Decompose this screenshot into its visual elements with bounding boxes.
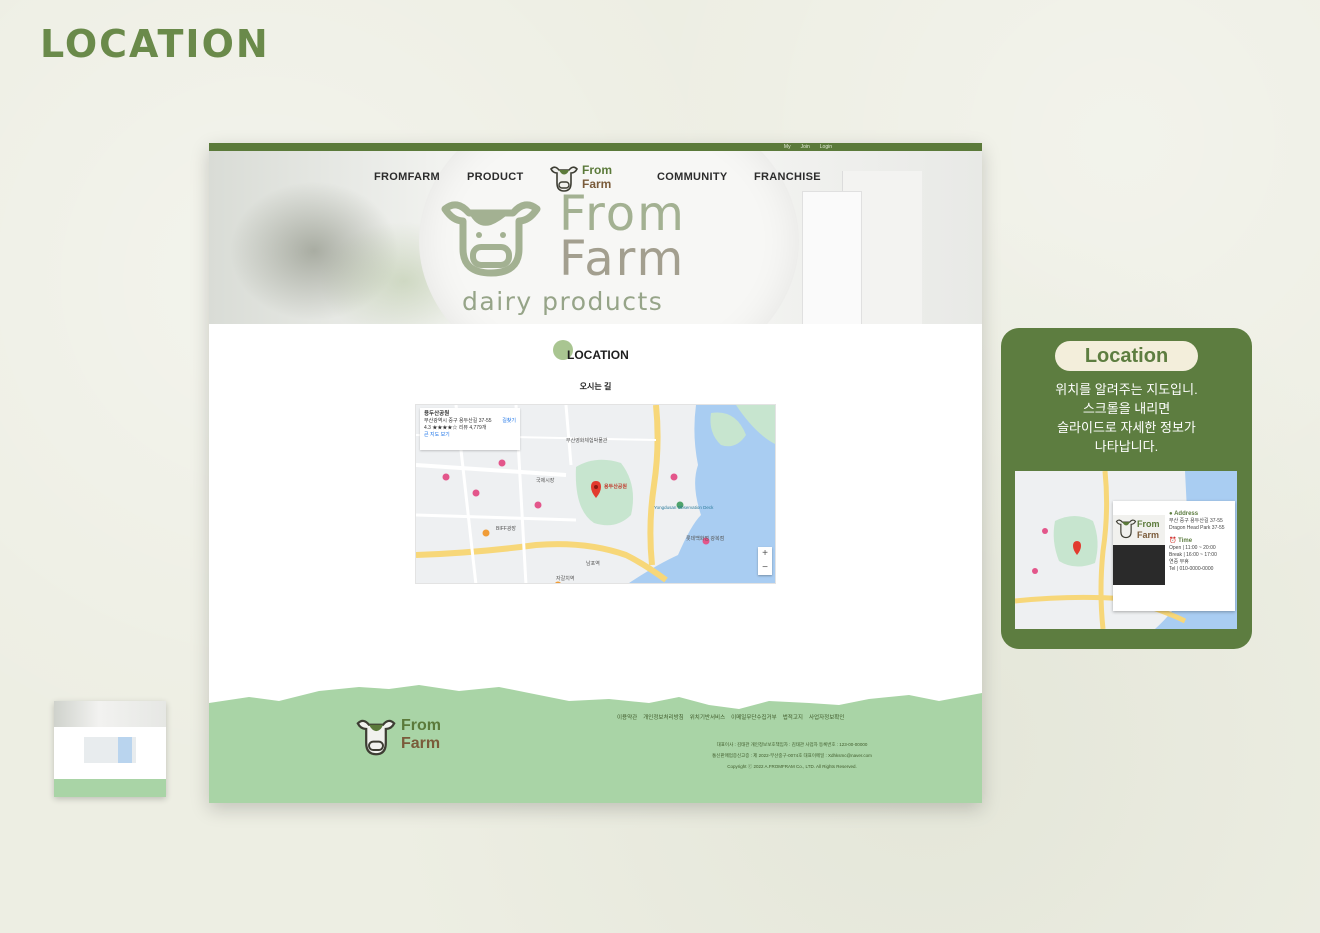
callout-line: 위치를 알려주는 지도입니.	[1055, 382, 1198, 397]
open-hours: Open | 11:00 ~ 20:00	[1169, 545, 1216, 551]
footer-link-privacy[interactable]: 개인정보처리방침	[643, 713, 683, 721]
footer-info: 대표이사 : 김태관 개인정보보호책임자 : 김태관 사업자 등록번호 : 12…	[209, 739, 982, 772]
map-label: 부산영화체험박물관	[566, 438, 608, 444]
nav-logo-from: From	[582, 163, 612, 177]
map-marker-label: 용두산공원	[604, 484, 628, 490]
map-place-card: 용두산공원 부산광역시 중구 용두산길 37-55 4.3 ★★★★☆ 리뷰 4…	[420, 408, 520, 450]
map-label: BIFF광장	[496, 526, 517, 532]
address-title: ● Address	[1169, 511, 1199, 517]
address-text: 부산 중구 용두산길 37-55	[1169, 518, 1223, 524]
place-rating: 4.3 ★★★★☆ 리뷰 4,779개	[424, 425, 487, 431]
callout-title: Location	[1055, 341, 1198, 371]
store-photo	[1113, 545, 1165, 585]
embedded-map[interactable]: 국제시장 부산영화체험박물관 Yongdusan Observation Dec…	[415, 404, 776, 584]
nav-logo-farm: Farm	[582, 177, 612, 191]
larger-map-link[interactable]: 큰 지도 보기	[424, 432, 516, 439]
page-thumbnail	[54, 701, 166, 797]
hero-tagline: dairy products	[462, 287, 664, 316]
footer-link-legal[interactable]: 법적고지	[783, 713, 803, 721]
callout-map-preview: From Farm ● Address 부산 중구 용두산길 37-55 Dra…	[1015, 471, 1237, 629]
map-label: 자갈치역	[556, 576, 575, 582]
holiday-note: 연중 무휴	[1169, 559, 1189, 565]
cow-logo-icon	[441, 201, 541, 277]
nav-fromfarm[interactable]: FROMFARM	[374, 171, 440, 183]
section-subtitle: 오시는 길	[579, 382, 612, 391]
cow-icon	[550, 166, 578, 192]
map-zoom-control: + −	[758, 547, 772, 575]
place-name: 용두산공원	[424, 411, 450, 417]
nav-logo[interactable]: From Farm	[549, 163, 624, 195]
join-link[interactable]: Join	[801, 143, 810, 151]
website-mockup: My Join Login From Farm dairy products F…	[209, 143, 982, 803]
preview-info-card: From Farm ● Address 부산 중구 용두산길 37-55 Dra…	[1113, 501, 1235, 611]
hero-brand-farm: Farm	[559, 231, 686, 287]
top-utility-bar: My Join Login	[209, 143, 982, 151]
time-title: ⏰ Time	[1169, 538, 1193, 544]
directions-link[interactable]: 길찾기	[502, 418, 516, 425]
footer-link-terms[interactable]: 이용약관	[617, 713, 637, 721]
footer-logo-from: From	[401, 717, 441, 734]
my-link[interactable]: My	[784, 143, 791, 151]
map-label: 국제시장	[536, 478, 555, 484]
nav-franchise[interactable]: FRANCHISE	[754, 171, 821, 183]
callout-line: 슬라이드로 자세한 정보가	[1057, 420, 1196, 435]
footer-info-line: 대표이사 : 김태관 개인정보보호책임자 : 김태관 사업자 등록번호 : 12…	[716, 742, 868, 747]
telephone: Tel | 010-0000-0000	[1169, 566, 1214, 572]
page-heading: LOCATION	[40, 22, 270, 66]
footer-link-business[interactable]: 사업자정보확인	[809, 713, 844, 721]
footer-info-line: 통신판매업증신고증 : 제 2022-부산중구-0074호 대표이메일 : Xd…	[712, 753, 872, 758]
map-label: 남포역	[586, 561, 600, 567]
site-footer: From Farm 이용약관 개인정보처리방침 위치기반서비스 이메일무단수집거…	[209, 703, 982, 803]
footer-copyright: Copyright ⓒ 2022 A.FROMFRAM Co., LTD. Al…	[727, 764, 857, 769]
main-nav: FROMFARM PRODUCT From Farm COMMUNITY FRA…	[209, 163, 982, 192]
zoom-out-button[interactable]: −	[758, 561, 772, 575]
nav-community[interactable]: COMMUNITY	[657, 171, 728, 183]
location-section: LOCATION 오시는 길 국제시장 부산영화체험박물관 Yongdusan …	[209, 324, 982, 803]
nav-product[interactable]: PRODUCT	[467, 171, 524, 183]
preview-logo-from: From	[1137, 519, 1160, 529]
footer-link-email[interactable]: 이메일무단수집거부	[731, 713, 777, 721]
map-label: Yongdusan Observation Deck	[654, 505, 714, 510]
preview-logo-farm: Farm	[1137, 530, 1160, 540]
zoom-in-button[interactable]: +	[758, 547, 772, 561]
section-title: LOCATION	[567, 348, 629, 362]
hero-banner: From Farm dairy products FROMFARM PRODUC…	[209, 151, 982, 324]
callout-line: 스크롤을 내리면	[1082, 401, 1171, 416]
footer-links: 이용약관 개인정보처리방침 위치기반서비스 이메일무단수집거부 법적고지 사업자…	[617, 713, 844, 721]
preview-info-text: ● Address 부산 중구 용두산길 37-55 Dragon Head P…	[1169, 511, 1225, 573]
footer-link-location[interactable]: 위치기반서비스	[690, 713, 725, 721]
login-link[interactable]: Login	[820, 143, 832, 151]
break-hours: Break | 16:00 ~ 17:00	[1169, 552, 1217, 558]
address-sub: Dragon Head Park 37-55	[1169, 525, 1225, 531]
callout-description: 위치를 알려주는 지도입니. 스크롤을 내리면 슬라이드로 자세한 정보가 나타…	[1001, 380, 1252, 456]
location-callout: Location 위치를 알려주는 지도입니. 스크롤을 내리면 슬라이드로 자…	[1001, 328, 1252, 649]
cow-icon	[1115, 519, 1137, 539]
callout-line: 나타납니다.	[1094, 439, 1159, 454]
map-label: 롯데백화점 광복점	[686, 536, 725, 542]
